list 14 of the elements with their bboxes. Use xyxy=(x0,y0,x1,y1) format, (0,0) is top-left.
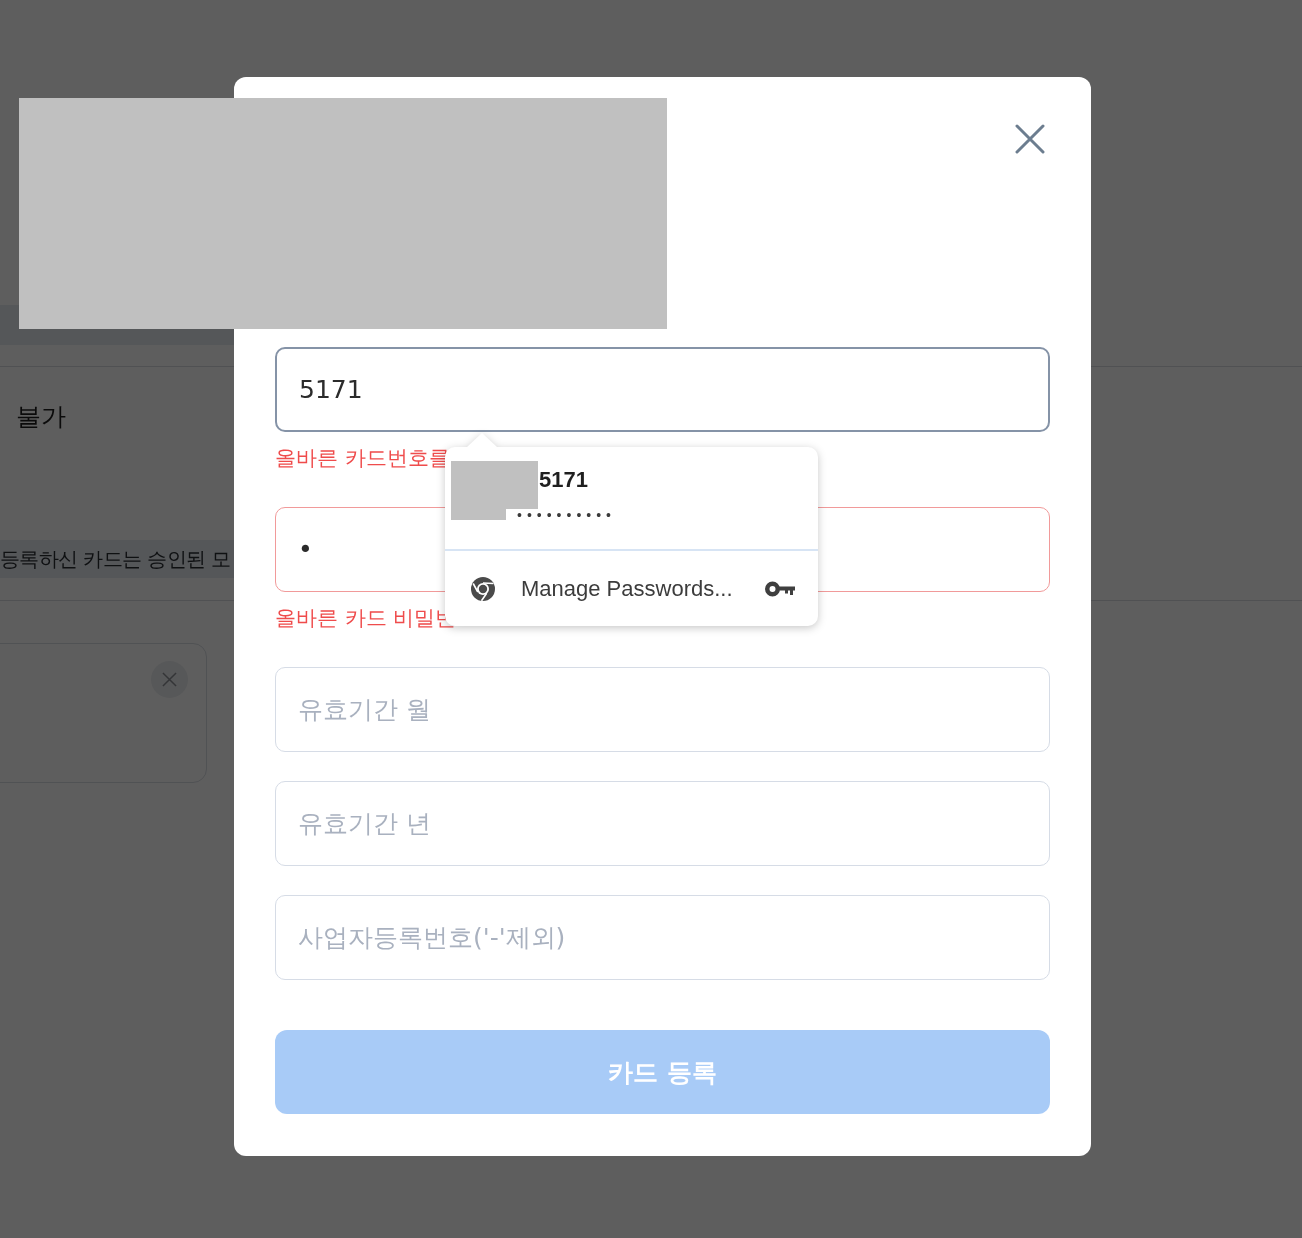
password-dots: •••••••••• xyxy=(517,507,616,523)
input-field[interactable]: 사업자등록번호('-'제외) xyxy=(275,895,1050,980)
key-icon xyxy=(765,580,795,597)
close-icon xyxy=(162,672,177,687)
notice-text: 등록하신 카드는 승인된 모 xyxy=(0,545,231,573)
input-field[interactable]: 5171 xyxy=(275,347,1050,432)
input-field[interactable]: 유효기간 월 xyxy=(275,667,1050,752)
input-field[interactable]: 유효기간 년 xyxy=(275,781,1050,866)
close-icon xyxy=(1015,124,1045,154)
error-text: 올바른 카드번호를 xyxy=(275,446,451,470)
username-text[interactable]: 5171 xyxy=(539,467,818,493)
ring-logo-icon xyxy=(471,576,495,601)
status-text: 불가 xyxy=(16,401,66,433)
close-button[interactable] xyxy=(1015,124,1045,154)
